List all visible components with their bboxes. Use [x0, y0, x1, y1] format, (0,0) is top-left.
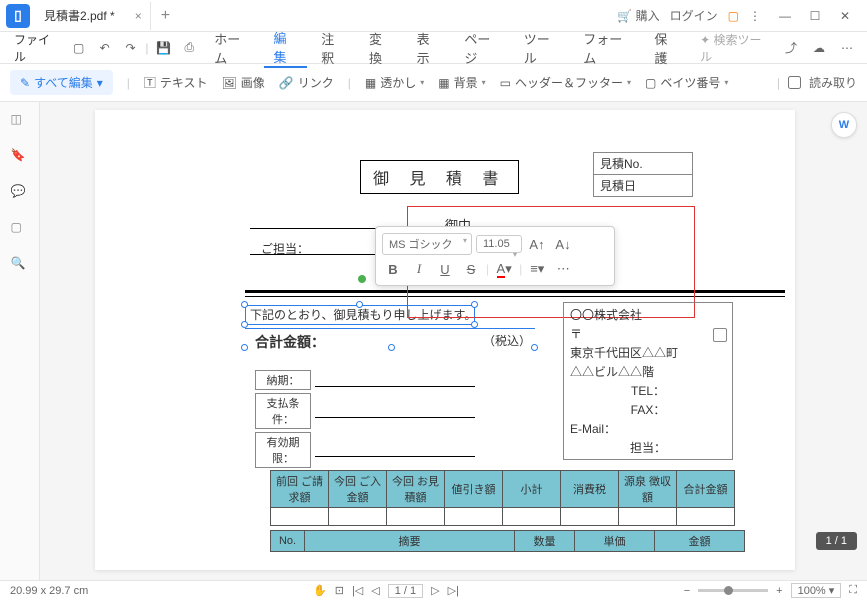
gokei-label[interactable]: 合計金額： [255, 332, 325, 352]
open-icon[interactable]: ▢ [68, 36, 90, 60]
prev-page-icon[interactable]: ◁ [371, 584, 379, 597]
file-menu[interactable]: ファイル [8, 31, 64, 65]
selection-handle[interactable] [241, 321, 248, 328]
search-panel-icon[interactable]: 🔍 [11, 256, 29, 274]
attachment-icon[interactable]: ▢ [11, 220, 29, 238]
login-link[interactable]: ログイン [670, 7, 718, 24]
document-canvas[interactable]: 御 見 積 書 見積No. 見積日 御中 ご担当： 下記のとおり、御見積もり申し… [40, 102, 867, 580]
thumbnail-icon[interactable]: ◫ [11, 112, 29, 130]
print-icon[interactable]: ⎙ [178, 36, 200, 60]
menu-tool[interactable]: ツール [514, 29, 570, 67]
font-select[interactable]: MS ゴシック [382, 233, 472, 255]
main-area: ◫ 🔖 💬 ▢ 🔍 御 見 積 書 見積No. 見積日 御中 ご担当： [0, 102, 867, 580]
statusbar: 20.99 x 29.7 cm ✋ ⊡ |◁ ◁ 1 / 1 ▷ ▷| − + … [0, 580, 867, 600]
header-footer-button[interactable]: ▭ ヘッダー＆フッター▾ [500, 74, 631, 91]
menubar: ファイル ▢ ↶ ↷ | 💾 ⎙ ホーム 編集 注釈 変換 表示 ページ ツール… [0, 32, 867, 64]
close-button[interactable]: ✕ [831, 4, 859, 28]
text-button[interactable]: 🅃 テキスト [144, 74, 208, 91]
tab-label: 見積書2.pdf * [44, 7, 115, 24]
doc-title[interactable]: 御 見 積 書 [360, 160, 519, 194]
more-icon[interactable]: ⋮ [749, 9, 761, 23]
first-page-icon[interactable]: |◁ [352, 584, 363, 597]
menu-form[interactable]: フォーム [573, 29, 640, 67]
watermark-button[interactable]: ▦ 透かし▾ [365, 74, 424, 91]
redo-icon[interactable]: ↷ [120, 36, 142, 60]
fullscreen-icon[interactable]: ⛶ [849, 584, 857, 597]
bookmark-icon[interactable]: 🔖 [11, 148, 29, 166]
hand-tool-icon[interactable]: ✋ [313, 584, 327, 597]
share-icon[interactable]: ⤴ [779, 36, 803, 60]
estimate-box[interactable]: 見積No. 見積日 [593, 152, 693, 197]
menu-home[interactable]: ホーム [204, 29, 259, 67]
menu-convert[interactable]: 変換 [359, 29, 403, 67]
edit-all-button[interactable]: ✎ すべて編集 ▾ [10, 70, 113, 95]
zoom-in-icon[interactable]: + [776, 585, 782, 597]
rotation-handle[interactable] [358, 275, 366, 283]
page-input[interactable]: 1 / 1 [388, 584, 423, 598]
edit-toolbar: ✎ すべて編集 ▾ | 🅃 テキスト 🖼 画像 🔗 リンク | ▦ 透かし▾ ▦… [0, 64, 867, 102]
pdf-page: 御 見 積 書 見積No. 見積日 御中 ご担当： 下記のとおり、御見積もり申し… [95, 110, 795, 570]
zoom-out-icon[interactable]: − [684, 585, 690, 597]
save-icon[interactable]: 💾 [153, 36, 175, 60]
selection-handle[interactable] [388, 344, 395, 351]
close-icon[interactable]: × [135, 9, 142, 23]
fit-icon[interactable]: ⊡ [335, 584, 344, 597]
align-button[interactable]: ≡▾ [526, 259, 548, 279]
next-page-icon[interactable]: ▷ [431, 584, 439, 597]
company-box[interactable]: 〇〇株式会社 〒 東京千代田区△△町 △△ビル△△階 TEL： FAX： E-M… [563, 302, 733, 460]
left-sidebar: ◫ 🔖 💬 ▢ 🔍 [0, 102, 40, 580]
seal-placeholder[interactable] [713, 328, 727, 342]
word-export-icon[interactable]: W [831, 112, 857, 138]
italic-button[interactable]: I [408, 259, 430, 279]
page-indicator: 1 / 1 [816, 532, 857, 550]
readonly-label: 読み取り [809, 74, 857, 91]
text-format-toolbar: MS ゴシック 11.05 A↑ A↓ B I U S | A▾ | ≡▾ ⋯ [375, 226, 615, 286]
bold-button[interactable]: B [382, 259, 404, 279]
titlebar: ▯ 見積書2.pdf * × + 🛒 購入 ログイン ▢ ⋮ — ☐ ✕ [0, 0, 867, 32]
app-icon: ▯ [6, 4, 30, 28]
maximize-button[interactable]: ☐ [801, 4, 829, 28]
selection-handle[interactable] [241, 344, 248, 351]
detail-table[interactable]: No. 摘要 数量 単価 金額 [270, 530, 745, 552]
comment-panel-icon[interactable]: 💬 [11, 184, 29, 202]
undo-icon[interactable]: ↶ [94, 36, 116, 60]
background-button[interactable]: ▦ 背景▾ [438, 74, 485, 91]
selection-handle[interactable] [531, 344, 538, 351]
summary-table[interactable]: 前回 ご請求額今回 ご入金額 今回 お見積額値引き額 小計消費税 源泉 徴収額合… [270, 470, 735, 526]
zoom-value[interactable]: 100% ▾ [791, 583, 842, 598]
selection-handle[interactable] [241, 301, 248, 308]
search-tool[interactable]: ✦ 検索ツール [692, 31, 775, 65]
new-tab-button[interactable]: + [151, 7, 180, 25]
menu-edit[interactable]: 編集 [264, 28, 308, 68]
readonly-checkbox[interactable] [788, 76, 801, 89]
notice-icon[interactable]: ▢ [728, 9, 739, 23]
fontcolor-button[interactable]: A▾ [493, 259, 515, 279]
fontsize-up-icon[interactable]: A↑ [526, 234, 548, 254]
fontsize-down-icon[interactable]: A↓ [552, 234, 574, 254]
menu-comment[interactable]: 注釈 [311, 29, 355, 67]
fontsize-select[interactable]: 11.05 [476, 235, 522, 253]
bates-button[interactable]: ▢ ベイツ番号▾ [645, 74, 728, 91]
page-size: 20.99 x 29.7 cm [10, 585, 88, 597]
underline-button[interactable]: U [434, 259, 456, 279]
image-button[interactable]: 🖼 画像 [222, 74, 265, 91]
last-page-icon[interactable]: ▷| [448, 584, 459, 597]
strike-button[interactable]: S [460, 259, 482, 279]
menu-protect[interactable]: 保護 [644, 29, 688, 67]
cloud-icon[interactable]: ☁ [807, 36, 831, 60]
zeikomi-label[interactable]: （税込） [483, 332, 531, 349]
zoom-slider[interactable] [698, 589, 768, 592]
link-button[interactable]: 🔗 リンク [279, 74, 334, 91]
help-icon[interactable]: ⋯ [835, 36, 859, 60]
menu-page[interactable]: ページ [454, 29, 509, 67]
more-format-button[interactable]: ⋯ [552, 259, 574, 279]
buy-link[interactable]: 🛒 購入 [617, 7, 659, 24]
menu-view[interactable]: 表示 [407, 29, 451, 67]
minimize-button[interactable]: — [771, 4, 799, 28]
tab[interactable]: 見積書2.pdf * × [36, 2, 151, 30]
terms-box[interactable]: 納期： 支払条件： 有効期限： [255, 370, 475, 471]
